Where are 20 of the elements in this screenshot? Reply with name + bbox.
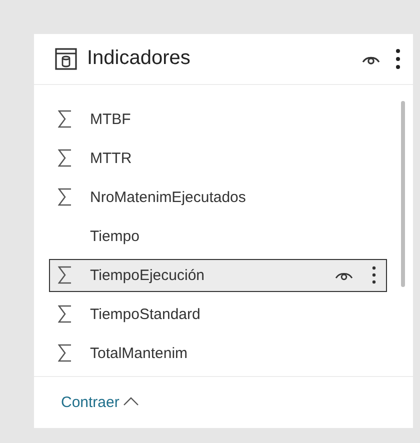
sigma-icon xyxy=(58,266,72,284)
panel-title: Indicadores xyxy=(87,47,190,70)
sigma-icon xyxy=(58,305,72,324)
sigma-icon xyxy=(58,188,72,206)
sigma-icon xyxy=(58,110,72,128)
sigma-icon xyxy=(58,149,72,168)
more-icon[interactable] xyxy=(372,265,376,286)
field-item[interactable]: Tiempo xyxy=(49,220,387,253)
collapse-link[interactable]: Contraer xyxy=(61,394,140,411)
scrollbar[interactable] xyxy=(401,100,405,287)
field-item[interactable]: TiempoEjecución xyxy=(49,258,387,292)
sigma-icon xyxy=(58,344,72,362)
more-icon[interactable] xyxy=(395,48,401,70)
field-item[interactable]: TotalMantenim xyxy=(49,336,387,370)
field-item[interactable]: NroMatenimEjecutados xyxy=(49,180,387,214)
field-item[interactable]: TiempoStandard xyxy=(49,298,387,331)
field-item[interactable]: MTBF xyxy=(49,102,387,136)
chevron-up-icon[interactable] xyxy=(123,396,140,406)
table-icon xyxy=(55,48,77,70)
field-item[interactable]: MTTR xyxy=(49,142,387,175)
